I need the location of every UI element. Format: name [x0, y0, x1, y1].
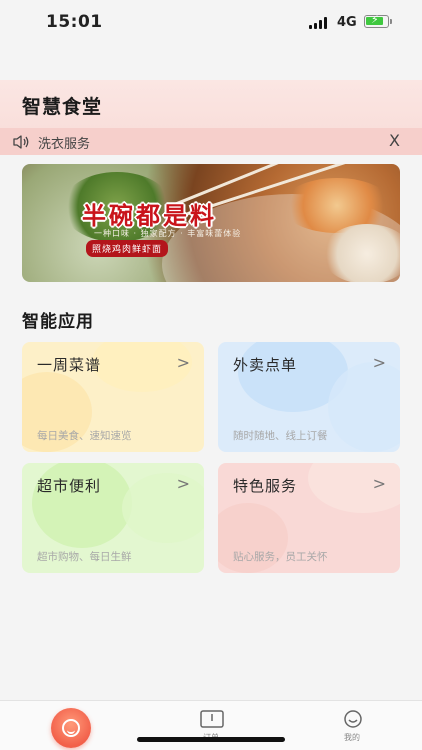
- card-desc: 超市购物、每日生鲜: [37, 551, 132, 563]
- chevron-right-icon: >: [176, 474, 190, 493]
- status-bar: 15:01 4G ⚡: [0, 0, 422, 44]
- close-icon[interactable]: X: [389, 131, 400, 150]
- card-title: 外卖点单: [233, 356, 298, 374]
- banner-noodles: [322, 224, 400, 282]
- home-smile-icon: [51, 708, 91, 748]
- app-card-supermarket[interactable]: 超市便利 > 超市购物、每日生鲜: [22, 463, 204, 573]
- network-type: 4G: [337, 15, 357, 30]
- status-time: 15:01: [46, 12, 103, 32]
- banner-subtitle: 一种口味 · 独家配方 · 丰富味蕾体验: [94, 229, 242, 238]
- section-title: 智能应用: [22, 312, 94, 332]
- page-title: 智慧食堂: [22, 96, 103, 118]
- app-card-takeout[interactable]: 外卖点单 > 随时随地、线上订餐: [218, 342, 400, 452]
- header: 智慧食堂: [0, 80, 422, 128]
- card-bubble: [122, 473, 204, 543]
- battery-icon: ⚡: [364, 13, 392, 28]
- user-smile-icon: [344, 710, 362, 728]
- card-desc: 贴心服务，员工关怀: [233, 551, 328, 563]
- app-card-weekly-menu[interactable]: 一周菜谱 > 每日美食、速知速览: [22, 342, 204, 452]
- card-title: 特色服务: [233, 477, 298, 495]
- home-indicator: [137, 737, 285, 742]
- banner-tag: 照烧鸡肉鲜虾面: [86, 240, 169, 257]
- signal-icon: [309, 17, 329, 29]
- tab-bar: 订单 我的: [0, 700, 422, 750]
- tab-orders[interactable]: 订单: [141, 701, 281, 750]
- chevron-right-icon: >: [372, 353, 386, 372]
- card-bubble: [308, 463, 400, 513]
- chevron-right-icon: >: [372, 474, 386, 493]
- app-card-special-service[interactable]: 特色服务 > 贴心服务，员工关怀: [218, 463, 400, 573]
- card-title: 一周菜谱: [37, 356, 102, 374]
- card-desc: 随时随地、线上订餐: [233, 430, 328, 442]
- notice-text: 洗衣服务: [38, 137, 91, 152]
- card-title: 超市便利: [37, 477, 102, 495]
- order-book-icon: [200, 710, 224, 728]
- chevron-right-icon: >: [176, 353, 190, 372]
- speaker-icon: [13, 135, 29, 149]
- notice-bar[interactable]: 洗衣服务 X: [0, 128, 422, 155]
- tab-mine-label: 我的: [344, 733, 360, 742]
- tab-mine[interactable]: 我的: [282, 701, 422, 750]
- promo-banner[interactable]: 半碗都是料 一种口味 · 独家配方 · 丰富味蕾体验 照烧鸡肉鲜虾面: [22, 164, 400, 282]
- tab-home[interactable]: [0, 701, 140, 750]
- card-desc: 每日美食、速知速览: [37, 430, 132, 442]
- banner-headline: 半碗都是料: [82, 201, 217, 230]
